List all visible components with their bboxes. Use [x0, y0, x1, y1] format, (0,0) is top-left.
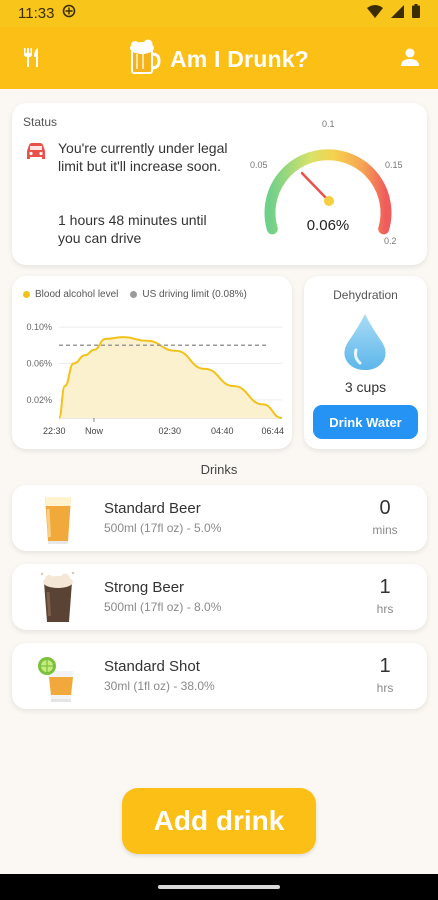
legend-item-limit[interactable]: US driving limit (0.08%)	[130, 289, 247, 300]
drink-time-unit: hrs	[376, 681, 394, 695]
chart-y-tick-label: 0.06%	[26, 358, 52, 368]
drink-item-standard-shot[interactable]: Standard Shot 30ml (1fl oz) - 38.0% 1 hr…	[12, 643, 427, 709]
drink-item-standard-beer[interactable]: Standard Beer 500ml (17fl oz) - 5.0% 0 m…	[12, 485, 427, 551]
status-card: Status You're currently under legal limi…	[12, 103, 427, 265]
status-bar: 11:33	[0, 0, 438, 27]
clock: 11:33	[18, 5, 55, 22]
drink-details: 500ml (17fl oz) - 8.0%	[104, 600, 222, 614]
gauge-needle-hub	[324, 196, 334, 206]
app-bar: Am I Drunk?	[0, 27, 438, 89]
chart-x-tick-label: 06:44	[261, 426, 284, 436]
home-gesture-pill[interactable]	[158, 885, 280, 889]
system-nav-bar	[0, 874, 438, 900]
chart-x-tick-label: 04:40	[211, 426, 234, 436]
chart-x-tick-label: Now	[85, 426, 104, 436]
dehydration-card: Dehydration 3 cups Drink Water	[304, 276, 427, 449]
drink-name: Standard Beer	[104, 500, 201, 517]
water-cups-count: 3 cups	[344, 379, 387, 395]
drink-name: Strong Beer	[104, 579, 185, 596]
wifi-icon	[367, 4, 383, 23]
car-icon	[25, 142, 47, 167]
chart-x-tick-label: 22:30	[43, 426, 66, 436]
bac-chart-card: Blood alcohol level US driving limit (0.…	[12, 276, 292, 449]
legend-label-bac: Blood alcohol level	[35, 289, 119, 300]
dark-beer-glass-icon	[38, 570, 78, 624]
drink-time-value: 0	[379, 497, 391, 519]
gauge-tick-label: 0.1	[322, 119, 335, 129]
shot-glass-icon	[38, 649, 78, 703]
fork-knife-icon	[21, 46, 43, 73]
gauge-tick-label: 0.2	[384, 236, 397, 246]
person-icon	[400, 47, 420, 72]
drinks-heading: Drinks	[200, 462, 238, 477]
drink-details: 500ml (17fl oz) - 5.0%	[104, 521, 222, 535]
chart-y-tick-label: 0.10%	[26, 322, 52, 332]
legend-item-bac[interactable]: Blood alcohol level	[23, 289, 118, 300]
bac-line-chart[interactable]: 0.02% 0.06% 0.10% 22:30 Now 02:30 04:40 06:44	[12, 306, 292, 446]
app-title: Am I Drunk?	[170, 45, 309, 72]
chart-x-tick-label: 02:30	[159, 426, 182, 436]
legend-label-limit: US driving limit (0.08%)	[142, 289, 247, 300]
gauge-needle	[300, 171, 330, 202]
profile-button[interactable]	[392, 41, 428, 77]
legend-dot-limit	[130, 291, 138, 298]
drive-wait-time: 1 hours 48 minutes until you can drive	[58, 212, 207, 246]
drink-water-button[interactable]: Drink Water	[313, 405, 418, 439]
drink-name: Standard Shot	[104, 658, 200, 675]
drink-time-value: 1	[379, 655, 391, 677]
status-message: You're currently under legal limit but i…	[58, 140, 228, 174]
gauge-tick-label: 0.15	[385, 160, 403, 170]
gauge-tick-label: 0.05	[250, 160, 268, 170]
drink-time-unit: hrs	[376, 602, 394, 616]
add-drink-button[interactable]: Add drink	[122, 788, 316, 854]
chart-legend: Blood alcohol level US driving limit (0.…	[23, 289, 247, 300]
beer-glass-icon	[38, 491, 78, 545]
bac-gauge: 0.05 0.1 0.15 0.2 0.06%	[250, 119, 403, 246]
status-label: Status	[23, 115, 58, 129]
signal-icon	[391, 4, 404, 23]
drink-item-strong-beer[interactable]: Strong Beer 500ml (17fl oz) - 8.0% 1 hrs	[12, 564, 427, 630]
app-title-group: Am I Drunk?	[128, 39, 309, 79]
menu-button[interactable]	[14, 41, 50, 77]
drink-time-unit: mins	[372, 523, 398, 537]
beer-mug-icon	[128, 39, 162, 80]
chart-y-tick-label: 0.02%	[26, 395, 52, 405]
drink-time-value: 1	[379, 576, 391, 598]
drink-details: 30ml (1fl oz) - 38.0%	[104, 679, 215, 693]
dehydration-title: Dehydration	[333, 288, 398, 302]
gauge-value: 0.06%	[307, 217, 350, 234]
water-drop-icon	[342, 312, 388, 377]
legend-dot-bac	[23, 291, 30, 298]
battery-icon	[412, 4, 420, 23]
sync-icon	[62, 4, 76, 23]
